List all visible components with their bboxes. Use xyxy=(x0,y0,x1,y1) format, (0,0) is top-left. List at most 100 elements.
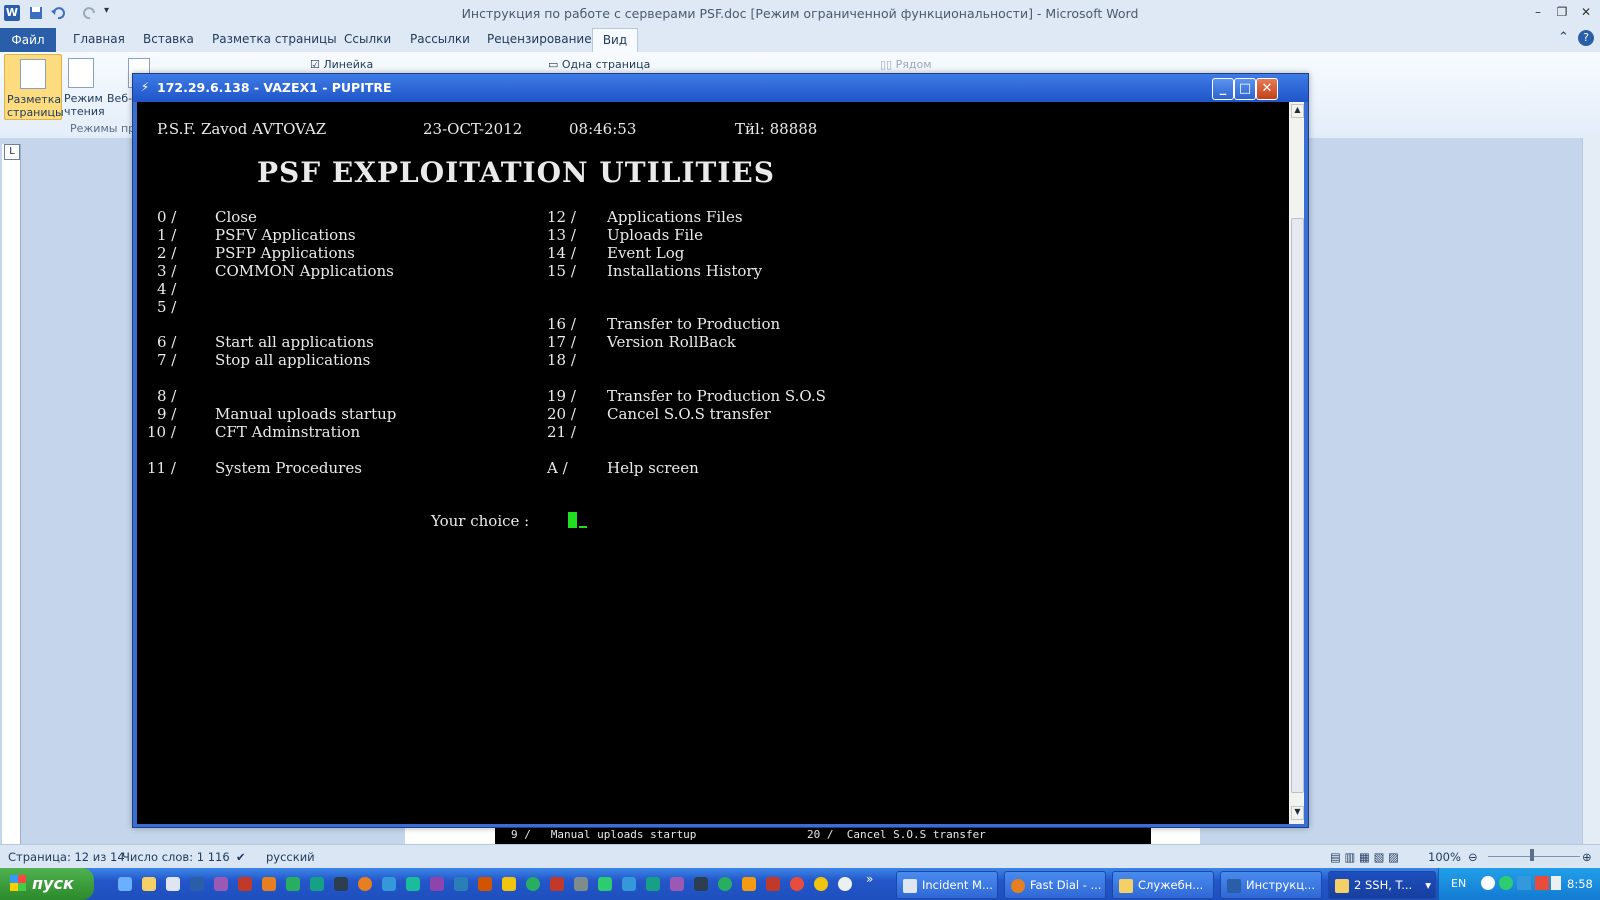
text-cursor[interactable] xyxy=(568,512,577,528)
tab-home[interactable]: Главная xyxy=(73,32,125,46)
quicklaunch-app-icon[interactable] xyxy=(454,877,468,891)
view-buttons-icon[interactable]: ▤ ▥ ▦ ▧ ▨ xyxy=(1330,850,1399,864)
tray-icon[interactable] xyxy=(1517,876,1531,890)
terminal-maximize-button[interactable]: □ xyxy=(1234,78,1256,100)
menu-item-uploads-file[interactable]: Uploads File xyxy=(607,226,703,244)
quicklaunch-app-icon[interactable] xyxy=(742,877,756,891)
word-count[interactable]: Число слов: 1 116 xyxy=(122,850,230,864)
task-word[interactable]: Инструкц... xyxy=(1220,871,1322,899)
task-ssh[interactable]: 2 SSH, T... ▾ xyxy=(1328,871,1436,899)
menu-item-transfer-sos[interactable]: Transfer to Production S.O.S xyxy=(607,387,826,405)
terminal-screen[interactable]: P.S.F. Zavod AVTOVAZ 23-OCT-2012 08:46:5… xyxy=(137,102,1289,824)
tab-file[interactable]: Файл xyxy=(0,28,56,52)
tab-review[interactable]: Рецензирование xyxy=(487,32,592,46)
language-indicator[interactable]: EN xyxy=(1451,877,1466,890)
quicklaunch-app-icon[interactable] xyxy=(238,877,252,891)
word-minimize-button[interactable]: – xyxy=(1528,5,1548,21)
quicklaunch-app-icon[interactable] xyxy=(334,877,348,891)
quicklaunch-app-icon[interactable] xyxy=(478,877,492,891)
terminal-window[interactable]: ⚡ 172.29.6.138 - VAZEX1 - PUPITRE _ □ ✕ … xyxy=(132,73,1309,828)
task-folder[interactable]: Служебн... xyxy=(1112,871,1214,899)
start-button[interactable]: пуск xyxy=(0,868,94,900)
menu-item-applications-files[interactable]: Applications Files xyxy=(607,208,743,226)
quicklaunch-app-icon[interactable] xyxy=(766,877,780,891)
quicklaunch-ie-icon[interactable] xyxy=(118,877,132,891)
quicklaunch-app-icon[interactable] xyxy=(310,877,324,891)
quicklaunch-app-icon[interactable] xyxy=(622,877,636,891)
menu-item-cft[interactable]: CFT Adminstration xyxy=(215,423,360,441)
menu-item-psfp[interactable]: PSFP Applications xyxy=(215,244,355,262)
zoom-slider-handle[interactable] xyxy=(1530,849,1534,861)
word-close-button[interactable]: ✕ xyxy=(1576,5,1596,21)
quicklaunch-app-icon[interactable] xyxy=(790,877,804,891)
task-incident[interactable]: Incident M... xyxy=(896,871,998,899)
quicklaunch-app-icon[interactable] xyxy=(838,877,852,891)
zoom-out-icon[interactable]: ⊖ xyxy=(1468,850,1478,864)
task-fast-dial[interactable]: Fast Dial - ... xyxy=(1004,871,1106,899)
zoom-in-icon[interactable]: ⊕ xyxy=(1582,850,1592,864)
language[interactable]: русский xyxy=(266,850,315,864)
page-layout-view-button[interactable]: Разметка страницы xyxy=(4,54,64,120)
quicklaunch-more-icon[interactable]: » xyxy=(866,872,876,886)
quicklaunch-app-icon[interactable] xyxy=(262,877,276,891)
quicklaunch-app-icon[interactable] xyxy=(406,877,420,891)
terminal-app-icon[interactable]: ⚡ xyxy=(138,80,152,94)
quicklaunch-folder-icon[interactable] xyxy=(142,877,156,891)
zoom-level[interactable]: 100% xyxy=(1428,850,1461,864)
quicklaunch-app-icon[interactable] xyxy=(502,877,516,891)
help-icon[interactable]: ? xyxy=(1578,30,1594,46)
tray-icon[interactable] xyxy=(1499,876,1513,890)
quicklaunch-app-icon[interactable] xyxy=(430,877,444,891)
menu-item-event-log[interactable]: Event Log xyxy=(607,244,684,262)
terminal-minimize-button[interactable]: _ xyxy=(1212,78,1234,100)
quicklaunch-notepad-icon[interactable] xyxy=(166,877,180,891)
scroll-up-icon[interactable]: ▲ xyxy=(1291,104,1304,118)
menu-item-help-screen[interactable]: Help screen xyxy=(607,459,699,477)
quicklaunch-outlook-icon[interactable] xyxy=(190,877,204,891)
terminal-scrollbar[interactable]: ▲ ▼ xyxy=(1289,102,1304,824)
document-scrollbar[interactable] xyxy=(1582,138,1600,844)
ruler-checkbox[interactable]: ☑ Линейка xyxy=(310,58,373,71)
quicklaunch-app-icon[interactable] xyxy=(598,877,612,891)
quicklaunch-app-icon[interactable] xyxy=(550,877,564,891)
menu-item-common[interactable]: COMMON Applications xyxy=(215,262,394,280)
quicklaunch-app-icon[interactable] xyxy=(694,877,708,891)
tab-references[interactable]: Ссылки xyxy=(344,32,391,46)
side-by-side-button[interactable]: ▯▯ Рядом xyxy=(880,58,932,71)
tab-page-layout[interactable]: Разметка страницы xyxy=(212,32,337,46)
spelling-icon[interactable]: ✔ xyxy=(236,850,246,864)
menu-item-psfv[interactable]: PSFV Applications xyxy=(215,226,356,244)
word-restore-button[interactable]: ❐ xyxy=(1552,5,1572,21)
tab-mailings[interactable]: Рассылки xyxy=(410,32,470,46)
quicklaunch-app-icon[interactable] xyxy=(814,877,828,891)
menu-item-close[interactable]: Close xyxy=(215,208,257,226)
quicklaunch-app-icon[interactable] xyxy=(670,877,684,891)
tray-icon[interactable] xyxy=(1481,876,1495,890)
quicklaunch-app-icon[interactable] xyxy=(718,877,732,891)
tab-view[interactable]: Вид xyxy=(592,28,638,53)
tab-selector[interactable]: L xyxy=(4,144,20,160)
terminal-title-bar[interactable]: ⚡ 172.29.6.138 - VAZEX1 - PUPITRE _ □ ✕ xyxy=(133,74,1308,102)
quicklaunch-app-icon[interactable] xyxy=(574,877,588,891)
clock[interactable]: 8:58 xyxy=(1567,877,1593,891)
page-count[interactable]: Страница: 12 из 14 xyxy=(8,850,125,864)
zoom-slider[interactable] xyxy=(1488,856,1580,857)
menu-item-manual-uploads[interactable]: Manual uploads startup xyxy=(215,405,396,423)
menu-item-start-all[interactable]: Start all applications xyxy=(215,333,374,351)
quicklaunch-app-icon[interactable] xyxy=(646,877,660,891)
tray-icon[interactable] xyxy=(1535,876,1549,890)
quicklaunch-app-icon[interactable] xyxy=(382,877,396,891)
menu-item-installations-history[interactable]: Installations History xyxy=(607,262,762,280)
scroll-down-icon[interactable]: ▼ xyxy=(1291,806,1304,820)
quicklaunch-firefox-icon[interactable] xyxy=(358,877,372,891)
menu-item-cancel-sos[interactable]: Cancel S.O.S transfer xyxy=(607,405,771,423)
tray-icon[interactable] xyxy=(1551,876,1561,890)
menu-item-version-rollback[interactable]: Version RollBack xyxy=(607,333,736,351)
ribbon-collapse-icon[interactable]: ⌃ xyxy=(1558,30,1569,45)
quicklaunch-app-icon[interactable] xyxy=(526,877,540,891)
menu-item-stop-all[interactable]: Stop all applications xyxy=(215,351,370,369)
read-mode-icon[interactable] xyxy=(68,58,94,88)
tab-insert[interactable]: Вставка xyxy=(143,32,194,46)
menu-item-system-procedures[interactable]: System Procedures xyxy=(215,459,362,477)
quicklaunch-app-icon[interactable] xyxy=(214,877,228,891)
